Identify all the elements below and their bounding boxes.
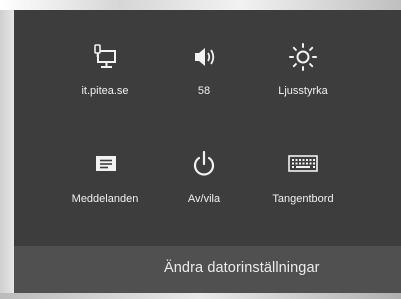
network-monitor-icon [57,40,153,74]
change-pc-settings-label[interactable]: Ändra datorinställningar [164,260,320,276]
brightness-tile[interactable]: Ljusstyrka [255,40,351,120]
notifications-icon [57,147,153,181]
power-icon [156,147,252,181]
volume-tile[interactable]: 58 [156,40,252,120]
volume-label: 58 [197,85,211,97]
sun-brightness-icon [255,40,351,74]
window-frame-bottom [0,293,401,299]
speaker-volume-icon [156,40,252,74]
keyboard-label: Tangentbord [272,193,334,205]
window-frame-left [0,10,14,293]
power-label: Av/vila [187,193,221,205]
keyboard-tile[interactable]: Tangentbord [255,147,351,227]
window-frame-top [0,0,401,10]
keyboard-icon [255,147,351,181]
network-label: it.pitea.se [81,85,129,97]
brightness-label: Ljusstyrka [278,85,328,97]
notifications-tile[interactable]: Meddelanden [57,147,153,227]
notifications-label: Meddelanden [71,193,139,205]
network-tile[interactable]: it.pitea.se [57,40,153,120]
power-tile[interactable]: Av/vila [156,147,252,227]
